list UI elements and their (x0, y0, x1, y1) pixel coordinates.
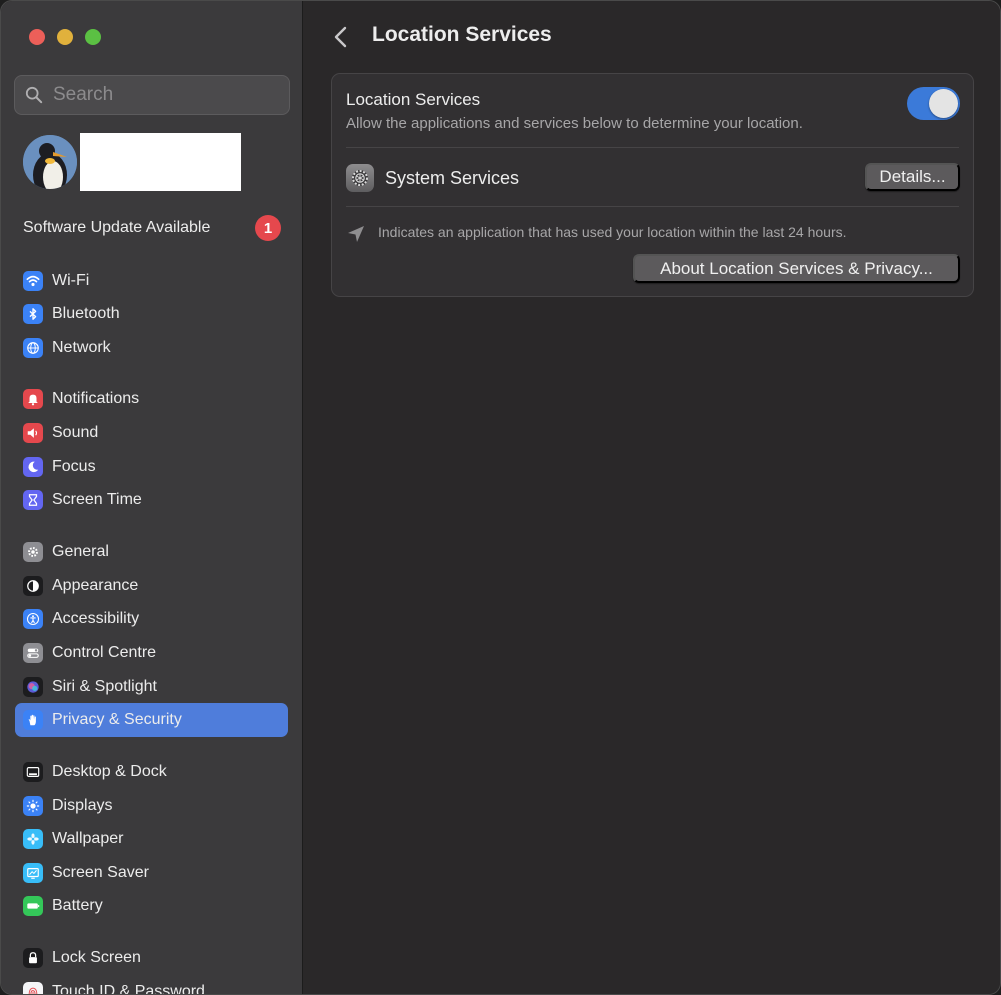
back-chevron-icon[interactable] (330, 25, 352, 49)
sidebar-item-bluetooth[interactable]: Bluetooth (15, 297, 288, 331)
sidebar-item-control-centre[interactable]: Control Centre (15, 636, 288, 670)
screensaver-icon (23, 863, 43, 883)
profile-name-redacted (80, 133, 241, 191)
divider (346, 206, 959, 207)
switches-icon (23, 643, 43, 663)
sidebar-item-lock-screen[interactable]: Lock Screen (15, 941, 288, 975)
hourglass-icon (23, 490, 43, 510)
fingerprint-icon (23, 982, 43, 994)
location-services-description: Allow the applications and services belo… (346, 115, 803, 132)
moon-icon (23, 457, 43, 477)
sidebar-item-label: Focus (52, 458, 96, 475)
accessibility-icon (23, 609, 43, 629)
appearance-icon (23, 576, 43, 596)
location-services-card: Location Services Allow the applications… (331, 73, 974, 297)
software-update-label: Software Update Available (23, 219, 211, 236)
sidebar-item-screen-time[interactable]: Screen Time (15, 483, 288, 517)
sidebar-item-displays[interactable]: Displays (15, 789, 288, 823)
sidebar: Software Update Available 1 Wi-Fi Blueto… (1, 1, 303, 995)
search-input[interactable] (53, 84, 273, 106)
sidebar-item-notifications[interactable]: Notifications (15, 382, 288, 416)
location-arrow-icon (348, 226, 364, 242)
system-services-gear-icon (346, 164, 374, 192)
sidebar-item-sound[interactable]: Sound (15, 416, 288, 450)
sidebar-item-label: Lock Screen (52, 949, 141, 966)
software-update-row[interactable]: Software Update Available 1 (23, 215, 281, 241)
apple-id-profile[interactable] (23, 133, 241, 191)
minimize-window-button[interactable] (57, 29, 73, 45)
sidebar-item-wallpaper[interactable]: Wallpaper (15, 822, 288, 856)
dock-icon (23, 762, 43, 782)
sidebar-item-privacy-security[interactable]: Privacy & Security (15, 703, 288, 737)
hand-icon (23, 710, 43, 730)
sidebar-item-wifi[interactable]: Wi-Fi (15, 264, 288, 298)
sidebar-item-label: Desktop & Dock (52, 763, 167, 780)
sidebar-item-label: Network (52, 339, 111, 356)
system-services-label: System Services (385, 168, 520, 188)
sidebar-item-label: Control Centre (52, 644, 157, 661)
sidebar-item-siri-spotlight[interactable]: Siri & Spotlight (15, 670, 288, 704)
about-location-privacy-button[interactable]: About Location Services & Privacy... (633, 254, 960, 283)
main-pane: Location Services Location Services Allo… (303, 1, 1000, 994)
location-services-title: Location Services (346, 90, 481, 109)
sidebar-item-battery[interactable]: Battery (15, 889, 288, 923)
avatar (23, 135, 77, 189)
siri-icon (23, 677, 43, 697)
sidebar-item-label: Wallpaper (52, 830, 124, 847)
zoom-window-button[interactable] (85, 29, 101, 45)
sidebar-item-label: Notifications (52, 390, 140, 407)
sidebar-item-network[interactable]: Network (15, 331, 288, 365)
search-icon (25, 86, 43, 104)
toggle-knob (929, 89, 958, 118)
sidebar-item-label: Appearance (52, 577, 139, 594)
sidebar-item-screen-saver[interactable]: Screen Saver (15, 856, 288, 890)
sidebar-item-label: Sound (52, 424, 99, 441)
sidebar-item-label: Displays (52, 797, 113, 814)
sidebar-item-accessibility[interactable]: Accessibility (15, 602, 288, 636)
wifi-icon (23, 271, 43, 291)
speaker-icon (23, 423, 43, 443)
sidebar-item-label: Battery (52, 897, 103, 914)
bell-icon (23, 389, 43, 409)
sidebar-item-touch-id[interactable]: Touch ID & Password (15, 975, 288, 995)
settings-window: Software Update Available 1 Wi-Fi Blueto… (0, 0, 1001, 995)
penguin-avatar-icon (23, 135, 77, 189)
sidebar-item-general[interactable]: General (15, 535, 288, 569)
divider (346, 147, 959, 148)
recent-location-note: Indicates an application that has used y… (378, 224, 847, 240)
bluetooth-icon (23, 304, 43, 324)
sidebar-item-label: Screen Time (52, 491, 142, 508)
lock-icon (23, 948, 43, 968)
sidebar-item-appearance[interactable]: Appearance (15, 569, 288, 603)
sidebar-item-label: Touch ID & Password (52, 983, 205, 995)
flower-icon (23, 829, 43, 849)
page-title: Location Services (372, 23, 552, 46)
sidebar-item-desktop-dock[interactable]: Desktop & Dock (15, 755, 288, 789)
sun-icon (23, 796, 43, 816)
close-window-button[interactable] (29, 29, 45, 45)
sidebar-item-label: Accessibility (52, 610, 140, 627)
globe-icon (23, 338, 43, 358)
location-services-toggle[interactable] (907, 87, 960, 120)
search-field[interactable] (14, 75, 290, 115)
sidebar-item-label: General (52, 543, 109, 560)
battery-icon (23, 896, 43, 916)
window-controls (29, 29, 101, 45)
sidebar-item-focus[interactable]: Focus (15, 450, 288, 484)
sidebar-item-label: Bluetooth (52, 305, 120, 322)
sidebar-item-label: Wi-Fi (52, 272, 90, 289)
details-button[interactable]: Details... (865, 163, 960, 191)
update-count-badge: 1 (255, 215, 281, 241)
sidebar-item-label: Privacy & Security (52, 711, 182, 728)
sidebar-item-label: Siri & Spotlight (52, 678, 157, 695)
sidebar-item-label: Screen Saver (52, 864, 149, 881)
gear-icon (23, 542, 43, 562)
